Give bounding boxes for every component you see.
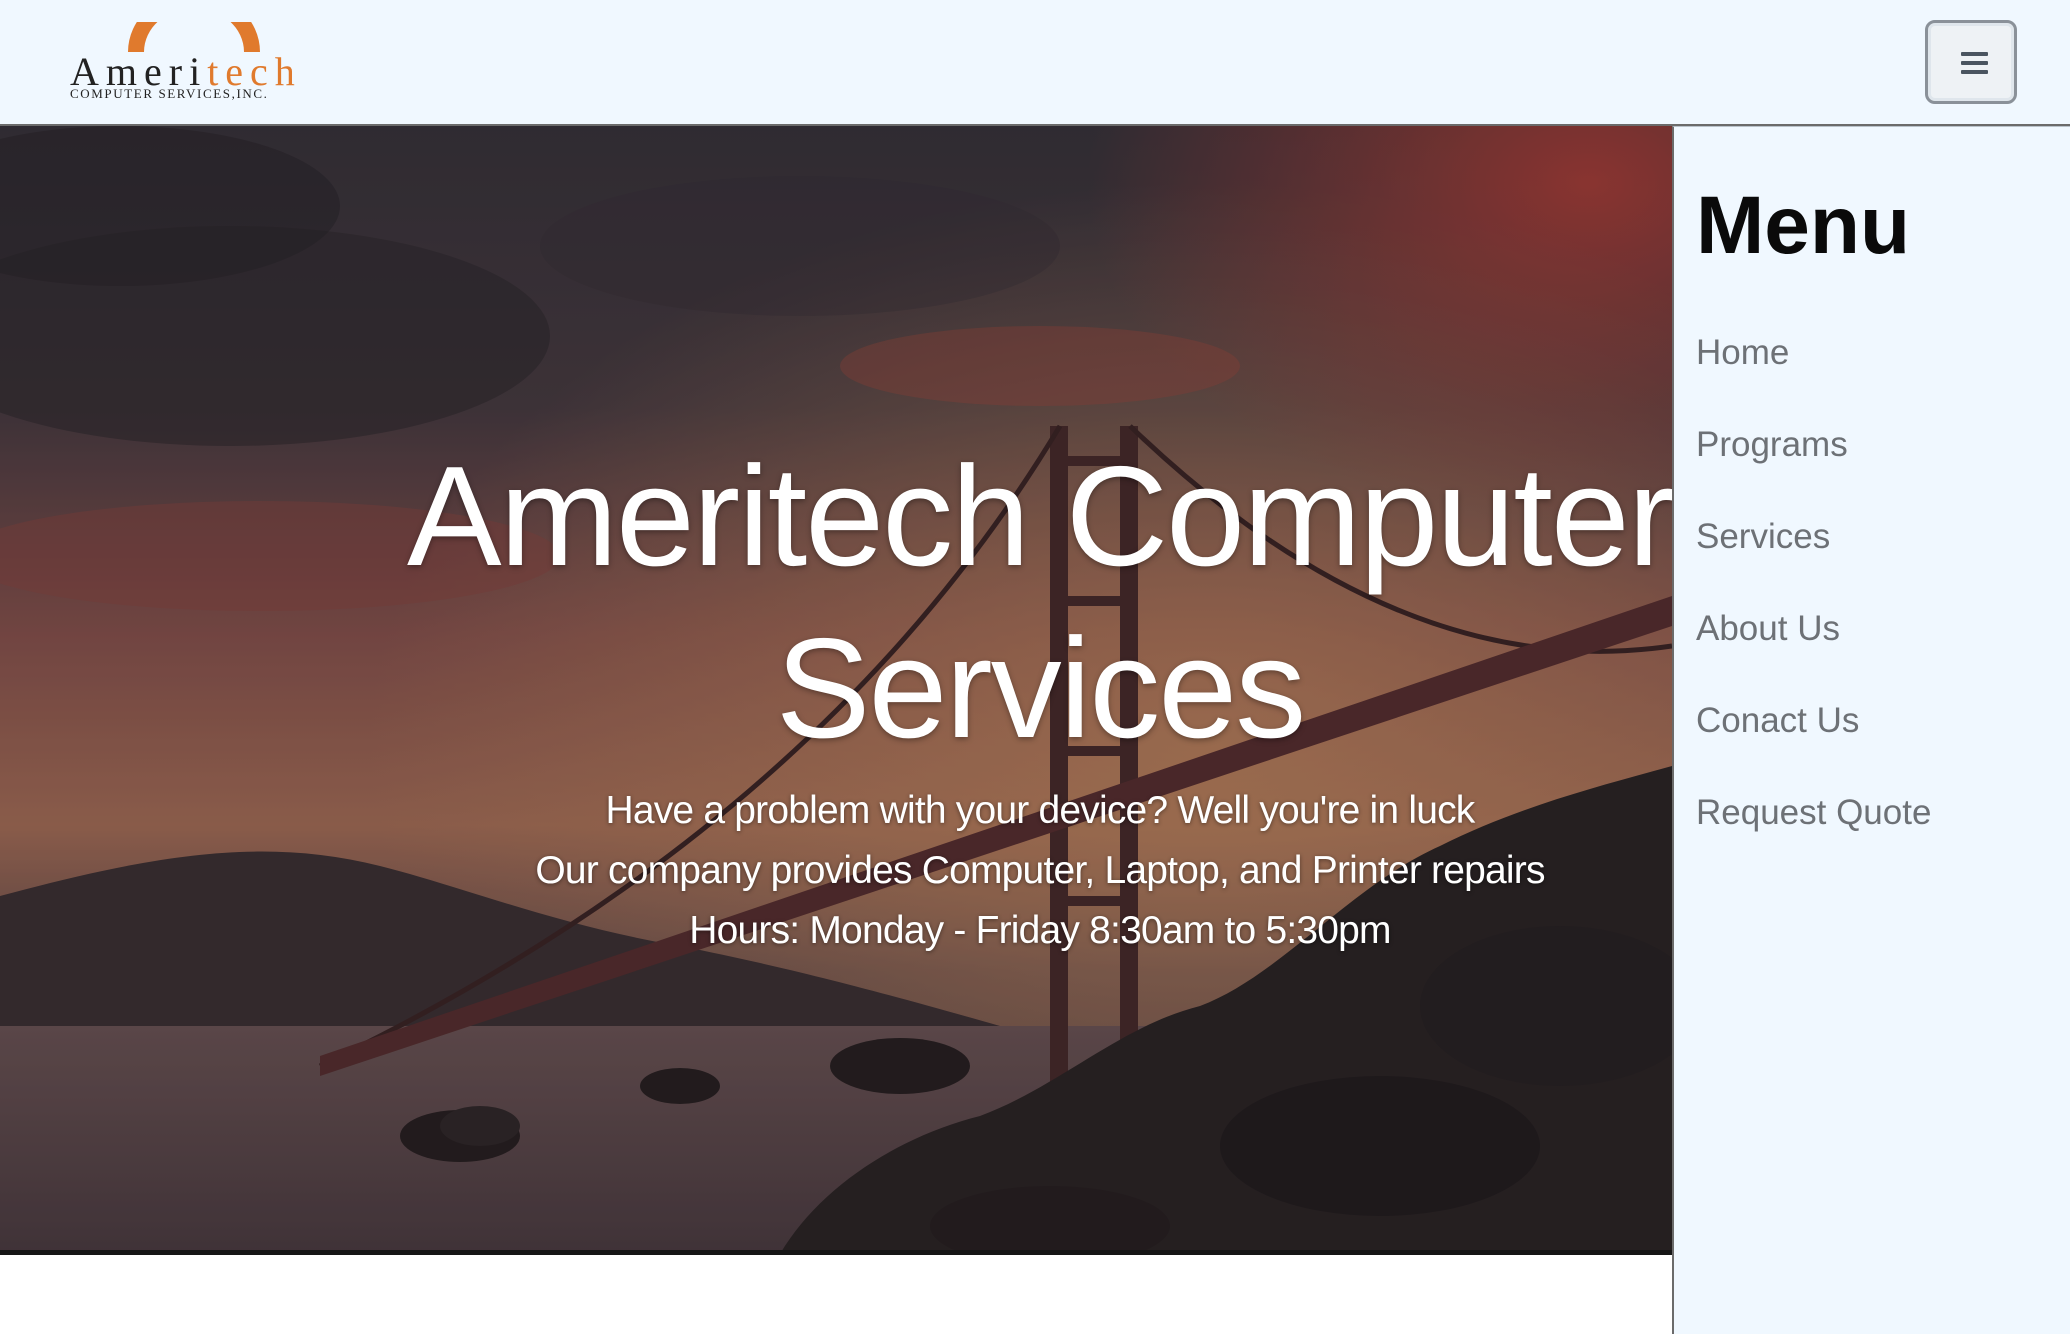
side-menu: Menu Home Programs Services About Us Con… <box>1672 126 2070 1334</box>
hero-text-block: Ameritech Computer Services Have a probl… <box>300 431 1672 961</box>
menu-list: Home Programs Services About Us Conact U… <box>1696 335 1931 887</box>
menu-title: Menu <box>1696 180 1911 271</box>
hero-line-hours: Hours: Monday - Friday 8:30am to 5:30pm <box>689 909 1391 952</box>
hero-section: Ameritech Computer Services Have a probl… <box>0 126 1672 1254</box>
hero-title: Ameritech Computer Services <box>406 437 1672 768</box>
hero-bottom-border <box>0 1250 1672 1255</box>
menu-item-about-us[interactable]: About Us <box>1696 611 1931 703</box>
hero-line-problem: Have a problem with your device? Well yo… <box>605 789 1475 832</box>
menu-item-contact-us[interactable]: Conact Us <box>1696 703 1931 795</box>
menu-item-request-quote[interactable]: Request Quote <box>1696 795 1931 887</box>
top-navbar: Ameritech COMPUTER SERVICES,INC. <box>0 0 2070 126</box>
menu-item-programs[interactable]: Programs <box>1696 427 1931 519</box>
hamburger-icon <box>1961 52 1988 74</box>
menu-item-home[interactable]: Home <box>1696 335 1931 427</box>
menu-toggle-button[interactable] <box>1925 20 2017 104</box>
ameritech-logo[interactable]: Ameritech COMPUTER SERVICES,INC. <box>66 22 306 106</box>
menu-item-services[interactable]: Services <box>1696 519 1931 611</box>
logo-subtitle: COMPUTER SERVICES,INC. <box>70 86 269 101</box>
hero-line-repairs: Our company provides Computer, Laptop, a… <box>535 849 1545 892</box>
